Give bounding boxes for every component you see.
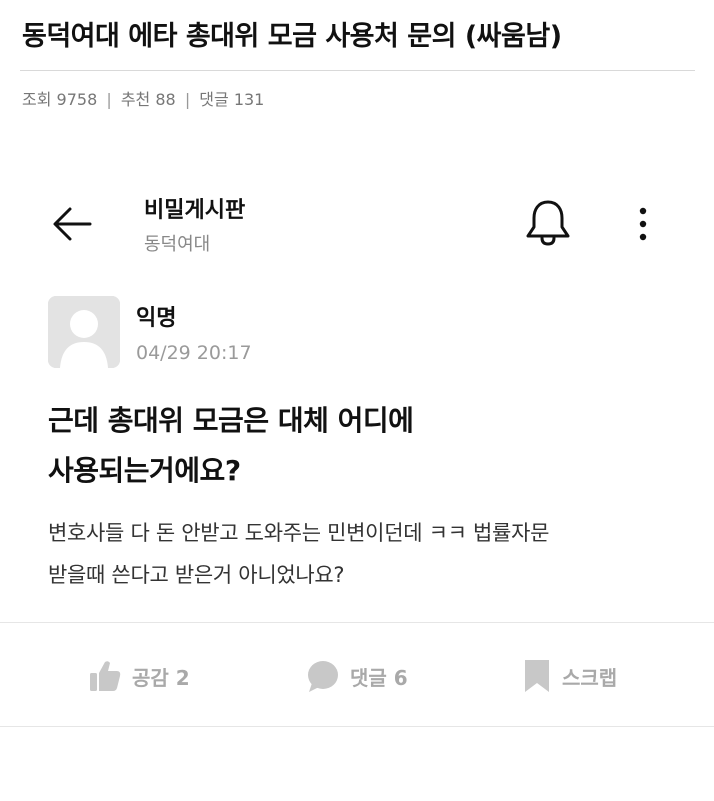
thumbs-up-icon [90, 661, 121, 691]
scrap-button[interactable]: 스크랩 [522, 656, 617, 696]
author-name: 익명 [136, 306, 177, 331]
view-count: 조회 9758 [22, 90, 98, 109]
avatar [48, 296, 120, 368]
page-title: 동덕여대 에타 총대위 모금 사용처 문의 (싸움남) [22, 21, 562, 52]
like-button[interactable]: 공감 2 [88, 656, 190, 696]
title-divider [20, 70, 695, 71]
bell-icon [526, 200, 570, 246]
post-stats: 조회 9758 | 추천 88 | 댓글 131 [22, 86, 264, 110]
speech-bubble-icon [308, 661, 338, 692]
comment-button[interactable]: 댓글 6 [306, 656, 408, 696]
back-button[interactable] [48, 202, 96, 246]
more-vertical-icon [639, 207, 647, 241]
meta-separator: | [184, 90, 191, 109]
article-title: 근데 총대위 모금은 대체 어디에 사용되는거에요? [48, 396, 668, 496]
bookmark-icon [525, 660, 549, 692]
article-title-line: 근데 총대위 모금은 대체 어디에 [48, 404, 414, 437]
article-body: 변호사들 다 돈 안받고 도와주는 민변이던데 ㅋㅋ 법률자문 받을때 쓴다고 … [48, 512, 688, 596]
scrap-label: 스크랩 [562, 665, 618, 690]
notification-button[interactable] [522, 196, 574, 248]
article-body-line: 변호사들 다 돈 안받고 도와주는 민변이던데 ㅋㅋ 법률자문 [48, 521, 550, 545]
more-options-button[interactable] [626, 202, 660, 246]
post-timestamp: 04/29 20:17 [136, 342, 252, 364]
default-profile-icon [48, 296, 120, 368]
board-name: 비밀게시판 [144, 198, 246, 223]
recommend-count: 추천 88 [120, 90, 176, 109]
like-label: 공감 2 [132, 665, 190, 690]
arrow-left-icon [53, 207, 92, 241]
meta-separator: | [106, 90, 112, 109]
article-title-line: 사용되는거에요? [48, 454, 241, 487]
app-header: 비밀게시판 동덕여대 [0, 180, 714, 270]
action-bar: 공감 2 댓글 6 스크랩 [0, 623, 714, 727]
article-body-line: 받을때 쓴다고 받은거 아니었나요? [48, 563, 345, 587]
author-row: 익명 04/29 20:17 [48, 296, 668, 370]
comment-label: 댓글 6 [350, 665, 408, 690]
school-name: 동덕여대 [144, 234, 211, 255]
comment-count: 댓글 131 [199, 90, 265, 109]
divider [0, 726, 714, 727]
